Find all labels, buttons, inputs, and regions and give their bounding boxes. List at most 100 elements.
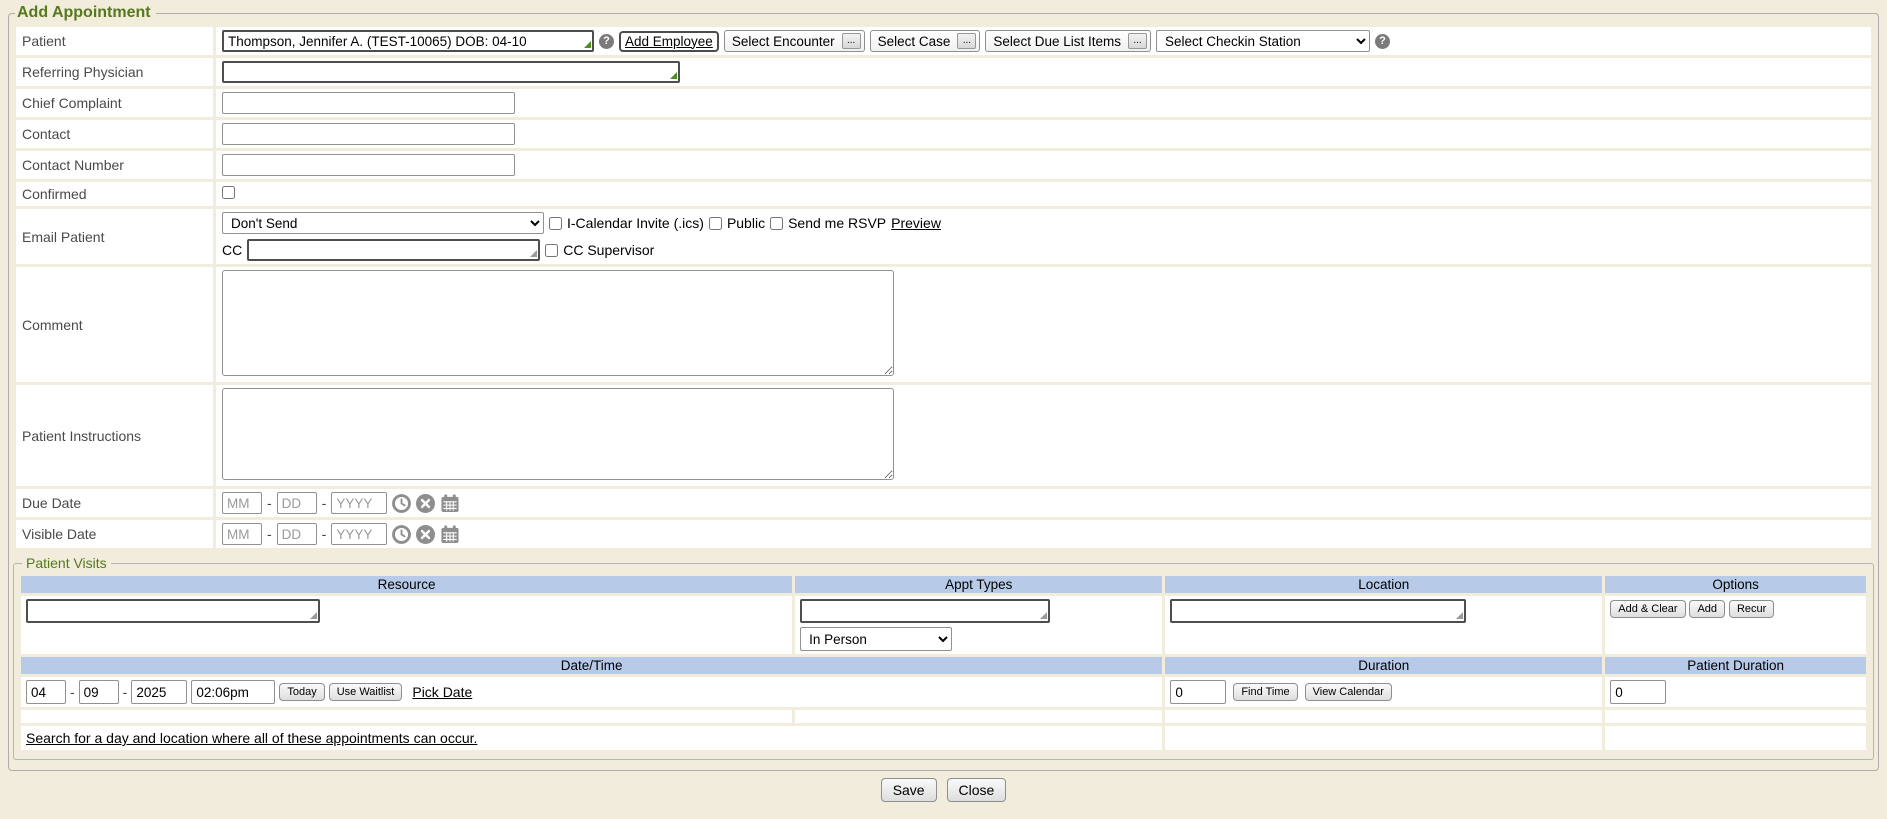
add-button[interactable]: Add (1689, 600, 1725, 618)
due-date-calendar-icon[interactable] (440, 494, 460, 513)
select-due-list-items-ellipsis-button[interactable]: ... (1128, 33, 1147, 49)
confirmed-row: Confirmed (16, 182, 1871, 206)
select-case-button[interactable]: Select Case ... (870, 30, 981, 52)
date-separator: - (70, 684, 75, 700)
patient-visits-table: Resource Appt Types Location Options In … (18, 573, 1869, 753)
patient-instructions-textarea[interactable] (222, 388, 894, 480)
add-and-clear-button[interactable]: Add & Clear (1610, 600, 1685, 618)
date-separator: - (123, 684, 128, 700)
options-header: Options (1605, 576, 1866, 593)
resource-input[interactable] (26, 599, 320, 623)
select-case-ellipsis-button[interactable]: ... (957, 33, 976, 49)
patient-duration-header: Patient Duration (1605, 657, 1866, 674)
due-date-yyyy-input[interactable] (331, 492, 387, 514)
add-appointment-page: Add Appointment Patient ? Add Employee S… (0, 0, 1887, 802)
visible-date-yyyy-input[interactable] (331, 523, 387, 545)
select-due-list-items-button[interactable]: Select Due List Items ... (985, 30, 1151, 52)
visible-date-row: Visible Date - - (16, 520, 1871, 548)
add-appointment-fieldset: Add Appointment Patient ? Add Employee S… (8, 4, 1879, 771)
select-encounter-label: Select Encounter (732, 34, 835, 49)
confirmed-checkbox[interactable] (222, 186, 235, 199)
email-send-select[interactable]: Don't Send (222, 212, 544, 234)
preview-link[interactable]: Preview (891, 215, 941, 231)
due-date-mm-input[interactable] (222, 492, 262, 514)
appointment-form: Patient ? Add Employee Select Encounter … (13, 24, 1874, 551)
add-employee-button[interactable]: Add Employee (619, 31, 719, 52)
patient-label: Patient (16, 27, 213, 55)
page-title: Add Appointment (15, 4, 156, 22)
find-time-button[interactable]: Find Time (1233, 683, 1297, 701)
comment-row: Comment (16, 267, 1871, 382)
visible-date-calendar-icon[interactable] (440, 525, 460, 544)
visit-date-yyyy-input[interactable] (131, 680, 187, 704)
due-date-dd-input[interactable] (277, 492, 317, 514)
contact-number-row: Contact Number (16, 151, 1871, 179)
visible-date-clear-icon[interactable] (416, 525, 435, 544)
email-patient-row: Email Patient Don't Send I-Calendar Invi… (16, 209, 1871, 264)
cc-input[interactable] (247, 239, 540, 261)
cc-supervisor-label: CC Supervisor (563, 242, 654, 258)
duration-header: Duration (1165, 657, 1602, 674)
referring-physician-row: Referring Physician (16, 58, 1871, 86)
comment-textarea[interactable] (222, 270, 894, 376)
date-separator: - (322, 526, 327, 542)
visit-mode-select[interactable]: In Person (800, 627, 952, 651)
contact-label: Contact (16, 120, 213, 148)
visit-time-input[interactable] (191, 680, 275, 704)
visible-date-label: Visible Date (16, 520, 213, 548)
recur-button[interactable]: Recur (1729, 600, 1774, 618)
visible-date-mm-input[interactable] (222, 523, 262, 545)
select-encounter-ellipsis-button[interactable]: ... (842, 33, 861, 49)
date-separator: - (267, 526, 272, 542)
datetime-header: Date/Time (21, 657, 1162, 674)
contact-number-label: Contact Number (16, 151, 213, 179)
search-day-location-link[interactable]: Search for a day and location where all … (26, 730, 477, 746)
date-separator: - (322, 495, 327, 511)
appt-types-header: Appt Types (795, 576, 1162, 593)
public-checkbox[interactable] (709, 217, 722, 230)
ical-invite-checkbox[interactable] (549, 217, 562, 230)
resource-header: Resource (21, 576, 792, 593)
use-waitlist-button[interactable]: Use Waitlist (329, 683, 403, 701)
referring-physician-input[interactable] (222, 61, 680, 83)
due-date-clear-icon[interactable] (416, 494, 435, 513)
contact-input[interactable] (222, 123, 515, 145)
location-input[interactable] (1170, 599, 1466, 623)
patient-visits-fieldset: Patient Visits Resource Appt Types Locat… (13, 555, 1874, 760)
comment-label: Comment (16, 267, 213, 382)
cc-supervisor-checkbox[interactable] (545, 244, 558, 257)
referring-physician-label: Referring Physician (16, 58, 213, 86)
pick-date-link[interactable]: Pick Date (412, 684, 472, 700)
select-due-list-items-label: Select Due List Items (993, 34, 1121, 49)
view-calendar-button[interactable]: View Calendar (1305, 683, 1392, 701)
email-patient-label: Email Patient (16, 209, 213, 264)
confirmed-label: Confirmed (16, 182, 213, 206)
close-button[interactable]: Close (947, 778, 1007, 802)
due-date-label: Due Date (16, 489, 213, 517)
patient-help-icon[interactable]: ? (599, 34, 614, 49)
duration-input[interactable] (1170, 680, 1226, 704)
patient-duration-input[interactable] (1610, 680, 1666, 704)
select-encounter-button[interactable]: Select Encounter ... (724, 30, 865, 52)
chief-complaint-input[interactable] (222, 92, 515, 114)
visit-date-mm-input[interactable] (26, 680, 66, 704)
due-date-clock-icon[interactable] (392, 494, 411, 513)
patient-instructions-label: Patient Instructions (16, 385, 213, 486)
select-case-label: Select Case (878, 34, 951, 49)
send-me-rsvp-label: Send me RSVP (788, 215, 886, 231)
today-button[interactable]: Today (279, 683, 324, 701)
datetime-header-row: Date/Time Duration Patient Duration (21, 657, 1866, 674)
send-me-rsvp-checkbox[interactable] (770, 217, 783, 230)
checkin-station-select[interactable]: Select Checkin Station (1156, 30, 1370, 52)
visible-date-dd-input[interactable] (277, 523, 317, 545)
visit-date-dd-input[interactable] (79, 680, 119, 704)
date-separator: - (267, 495, 272, 511)
datetime-input-row: - - Today Use Waitlist Pick Date Find Ti… (21, 677, 1866, 707)
save-button[interactable]: Save (881, 778, 937, 802)
visible-date-clock-icon[interactable] (392, 525, 411, 544)
appt-types-input[interactable] (800, 599, 1050, 623)
patient-input[interactable] (222, 30, 594, 52)
visit-header-row: Resource Appt Types Location Options (21, 576, 1866, 593)
contact-number-input[interactable] (222, 154, 515, 176)
checkin-station-help-icon[interactable]: ? (1375, 34, 1390, 49)
